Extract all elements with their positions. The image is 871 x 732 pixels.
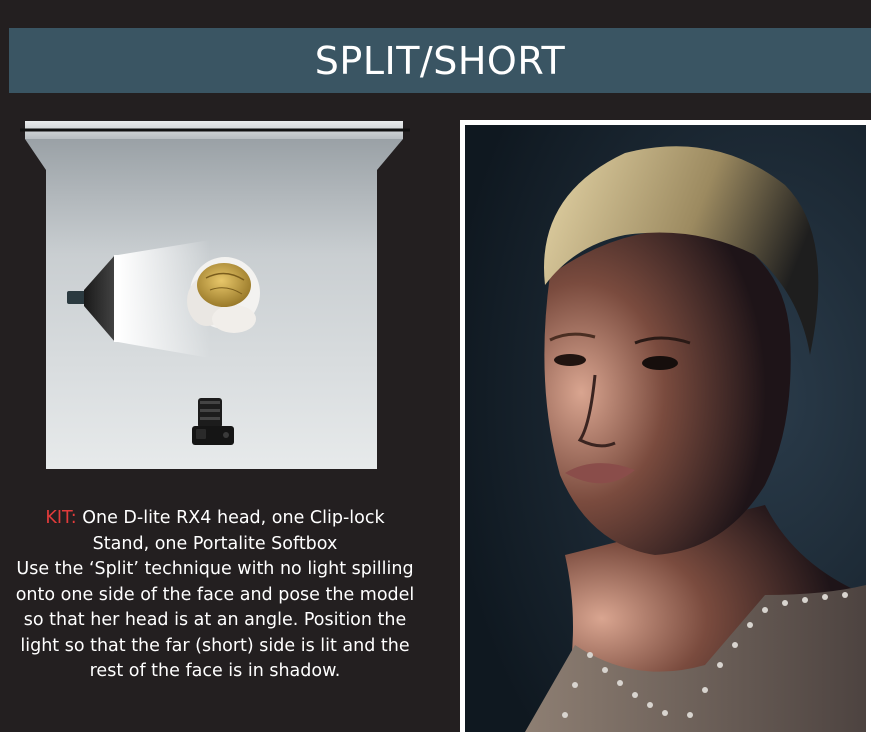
kit-line-3: Use the ‘Split’ technique with no light … bbox=[16, 559, 414, 579]
kit-line-2: Stand, one Portalite Softbox bbox=[92, 533, 338, 554]
kit-line-7: rest of the face is in shadow. bbox=[89, 661, 341, 681]
lighting-diagram bbox=[20, 121, 410, 469]
title-bar: SPLIT/SHORT bbox=[9, 28, 871, 93]
kit-line-1: KIT: One D-lite RX4 head, one Clip-lock bbox=[0, 506, 430, 532]
portrait-photo bbox=[465, 125, 866, 732]
kit-line-4: onto one side of the face and pose the m… bbox=[15, 584, 415, 605]
kit-line-5: so that her head is at an angle. Positio… bbox=[23, 610, 407, 630]
portrait-photo-frame bbox=[460, 120, 871, 732]
eye-right bbox=[642, 356, 678, 370]
kit-line-6: light so that the far (short) side is li… bbox=[20, 635, 410, 656]
page-title: SPLIT/SHORT bbox=[314, 38, 566, 83]
kit-line-1-text: One D-lite RX4 head, one Clip-lock bbox=[76, 508, 385, 528]
kit-description: KIT: One D-lite RX4 head, one Clip-lock … bbox=[0, 506, 430, 685]
eye-left bbox=[554, 354, 586, 366]
kit-label: KIT: bbox=[45, 508, 77, 528]
